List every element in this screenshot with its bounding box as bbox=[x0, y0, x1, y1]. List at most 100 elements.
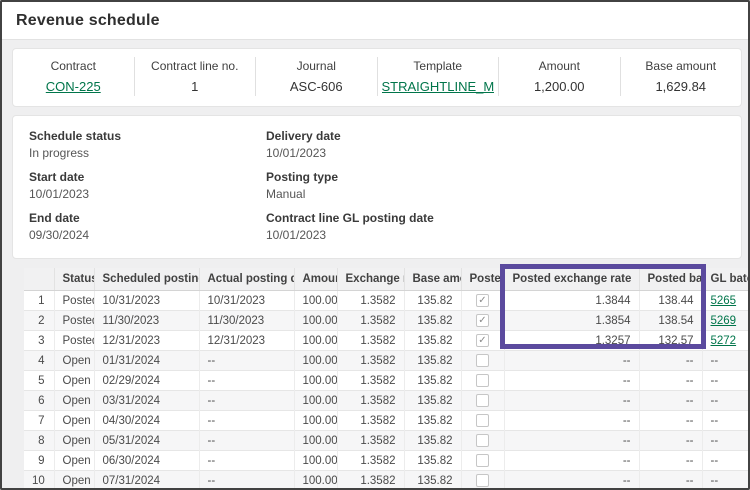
exchange-rate-cell: 1.3582 bbox=[337, 330, 405, 351]
field-value: 10/01/2023 bbox=[266, 228, 327, 242]
exchange-rate-cell: 1.3582 bbox=[337, 430, 405, 451]
posted-checkbox-unchecked[interactable] bbox=[476, 474, 489, 487]
status-cell: Open bbox=[54, 350, 95, 371]
amount-cell: 100.00 bbox=[294, 310, 338, 331]
field-schedule-status: Schedule status In progress bbox=[29, 129, 266, 160]
summary-label: Contract line no. bbox=[151, 59, 239, 73]
gl-batch-cell: -- bbox=[702, 430, 748, 451]
posted-exchange-rate-cell: -- bbox=[504, 430, 640, 451]
col-scheduled-posting-date: Scheduled posting date bbox=[94, 268, 200, 291]
base-amount-cell: 135.82 bbox=[404, 390, 462, 411]
posted-cell bbox=[461, 390, 505, 411]
scheduled-posting-date-cell: 12/31/2023 bbox=[94, 330, 200, 351]
posted-checkbox-unchecked[interactable] bbox=[476, 414, 489, 427]
detail-right-column: Delivery date 10/01/2023 Posting type Ma… bbox=[266, 129, 725, 252]
row-number: 9 bbox=[24, 450, 55, 471]
field-start-date: Start date 10/01/2023 bbox=[29, 170, 266, 201]
revenue-schedule-window: Revenue schedule Contract CON-225 Contra… bbox=[0, 0, 750, 490]
scheduled-posting-date-cell: 07/31/2024 bbox=[94, 470, 200, 488]
summary-field-contract: Contract CON-225 bbox=[13, 57, 134, 96]
posted-checkbox-checked[interactable]: ✓ bbox=[476, 294, 489, 307]
actual-posting-date-cell: -- bbox=[199, 350, 295, 371]
field-value: 10/01/2023 bbox=[29, 187, 90, 201]
field-label: Schedule status bbox=[29, 129, 122, 143]
row-number: 8 bbox=[24, 430, 55, 451]
page-content: Contract CON-225 Contract line no. 1 Jou… bbox=[2, 40, 748, 488]
field-label: End date bbox=[29, 211, 80, 225]
base-amount-cell: 135.82 bbox=[404, 290, 462, 311]
scheduled-posting-date-cell: 11/30/2023 bbox=[94, 310, 200, 331]
posted-base-amount-cell: -- bbox=[639, 450, 703, 471]
col-status: Status bbox=[54, 268, 95, 291]
amount-cell: 100.00 bbox=[294, 410, 338, 431]
amount-cell: 100.00 bbox=[294, 470, 338, 488]
row-number: 1 bbox=[24, 290, 55, 311]
base-amount-cell: 135.82 bbox=[404, 410, 462, 431]
gl-batch-cell: 5269 bbox=[702, 310, 748, 331]
posted-base-amount-cell: 138.54 bbox=[639, 310, 703, 331]
posted-checkbox-unchecked[interactable] bbox=[476, 354, 489, 367]
gl-batch-cell: 5272 bbox=[702, 330, 748, 351]
posted-base-amount-cell: -- bbox=[639, 430, 703, 451]
row-number: 3 bbox=[24, 330, 55, 351]
gl-batch-cell: -- bbox=[702, 390, 748, 411]
posted-exchange-rate-cell: 1.3854 bbox=[504, 310, 640, 331]
col-actual-posting-date: Actual posting date bbox=[199, 268, 295, 291]
posted-checkbox-checked[interactable]: ✓ bbox=[476, 334, 489, 347]
actual-posting-date-cell: -- bbox=[199, 370, 295, 391]
summary-label: Journal bbox=[296, 59, 336, 73]
schedule-row: 2Posted11/30/202311/30/2023100.001.35821… bbox=[24, 310, 748, 331]
status-cell: Posted bbox=[54, 330, 95, 351]
amount-cell: 100.00 bbox=[294, 390, 338, 411]
status-cell: Open bbox=[54, 390, 95, 411]
summary-value: 1,629.84 bbox=[655, 79, 707, 94]
gl-batch-link[interactable]: 5265 bbox=[711, 295, 737, 307]
posted-checkbox-unchecked[interactable] bbox=[476, 454, 489, 467]
base-amount-cell: 135.82 bbox=[404, 450, 462, 471]
posted-exchange-rate-cell: -- bbox=[504, 370, 640, 391]
scheduled-posting-date-cell: 03/31/2024 bbox=[94, 390, 200, 411]
field-label: Start date bbox=[29, 170, 85, 184]
summary-label: Base amount bbox=[645, 59, 717, 73]
posted-exchange-rate-cell: -- bbox=[504, 450, 640, 471]
gl-batch-cell: -- bbox=[702, 350, 748, 371]
schedule-row: 6 Open 03/31/2024 -- 100.00 1.3582 135.82 -- -- -… bbox=[24, 390, 748, 411]
scheduled-posting-date-cell: 01/31/2024 bbox=[94, 350, 200, 371]
posted-base-amount-cell: -- bbox=[639, 410, 703, 431]
gl-batch-link[interactable]: 5272 bbox=[711, 335, 737, 347]
col-posted-base-amount: Posted base amount bbox=[639, 268, 703, 291]
detail-card: Schedule status In progress Start date 1… bbox=[12, 115, 742, 259]
amount-cell: 100.00 bbox=[294, 290, 338, 311]
posted-cell bbox=[461, 350, 505, 371]
amount-cell: 100.00 bbox=[294, 430, 338, 451]
posted-base-amount-cell: -- bbox=[639, 370, 703, 391]
posted-checkbox-unchecked[interactable] bbox=[476, 434, 489, 447]
col-gl-batch: GL batch bbox=[702, 268, 748, 291]
posted-base-amount-cell: 138.44 bbox=[639, 290, 703, 311]
gl-batch-cell: -- bbox=[702, 450, 748, 471]
posted-exchange-rate-cell: 1.3844 bbox=[504, 290, 640, 311]
detail-left-column: Schedule status In progress Start date 1… bbox=[29, 129, 266, 252]
amount-cell: 100.00 bbox=[294, 350, 338, 371]
posted-checkbox-unchecked[interactable] bbox=[476, 374, 489, 387]
actual-posting-date-cell: 10/31/2023 bbox=[199, 290, 295, 311]
schedule-table-body: 1Posted10/31/202310/31/2023100.001.35821… bbox=[24, 290, 748, 488]
posted-exchange-rate-cell: -- bbox=[504, 470, 640, 488]
posted-checkbox-checked[interactable]: ✓ bbox=[476, 314, 489, 327]
actual-posting-date-cell: 11/30/2023 bbox=[199, 310, 295, 331]
posted-base-amount-cell: -- bbox=[639, 350, 703, 371]
col-exchange-rate: Exchange rate bbox=[337, 268, 405, 291]
template-link[interactable]: STRAIGHTLINE_MANUA bbox=[382, 79, 495, 94]
status-cell: Open bbox=[54, 450, 95, 471]
field-label: Delivery date bbox=[266, 129, 341, 143]
gl-batch-link[interactable]: 5269 bbox=[711, 315, 737, 327]
scheduled-posting-date-cell: 04/30/2024 bbox=[94, 410, 200, 431]
posted-checkbox-unchecked[interactable] bbox=[476, 394, 489, 407]
gl-batch-cell: 5265 bbox=[702, 290, 748, 311]
actual-posting-date-cell: 12/31/2023 bbox=[199, 330, 295, 351]
posted-cell bbox=[461, 470, 505, 488]
contract-link[interactable]: CON-225 bbox=[46, 79, 101, 94]
col-posted-exchange-rate: Posted exchange rate bbox=[504, 268, 640, 291]
summary-label: Amount bbox=[538, 59, 580, 73]
field-posting-type: Posting type Manual bbox=[266, 170, 725, 201]
